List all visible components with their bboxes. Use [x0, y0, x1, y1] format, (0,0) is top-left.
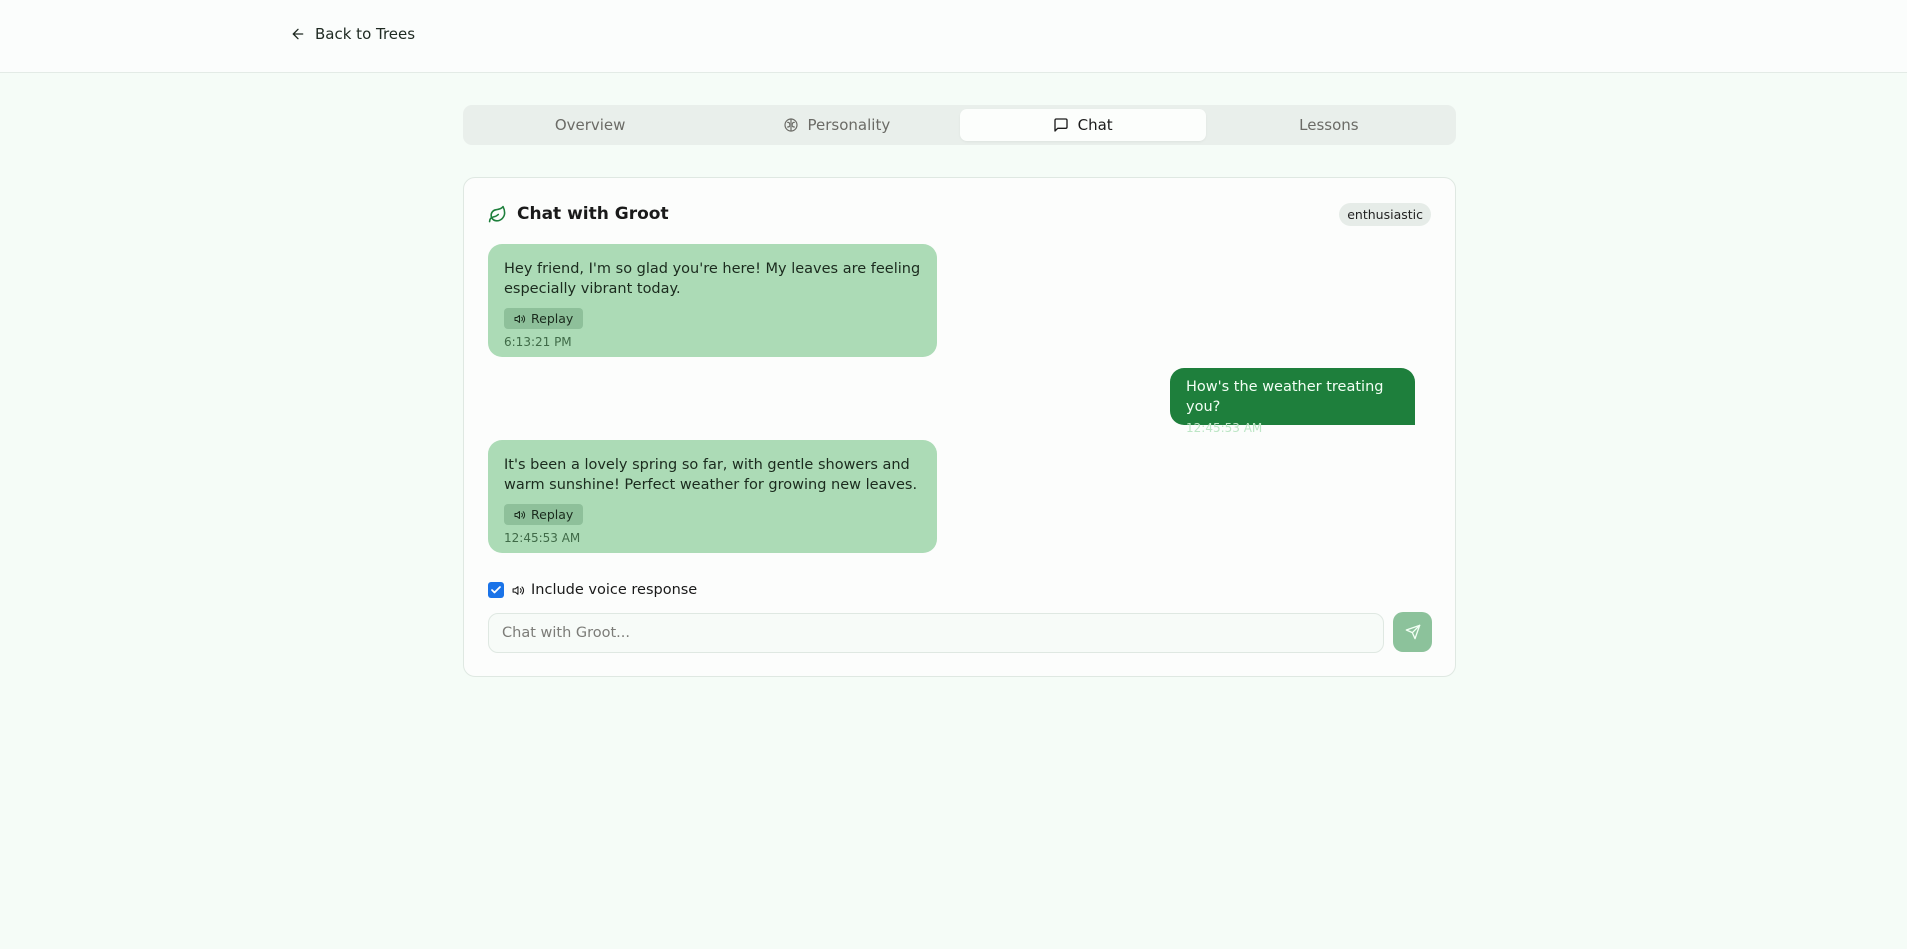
send-icon — [1405, 624, 1420, 640]
top-bar: Back to Trees — [0, 0, 1907, 73]
voice-response-row: Include voice response — [488, 582, 697, 598]
replay-label: Replay — [531, 311, 574, 326]
bot-message: It's been a lovely spring so far, with g… — [488, 440, 937, 553]
message-time: 12:45:53 AM — [504, 531, 581, 545]
user-message: How's the weather treating you? 12:45:53… — [1170, 368, 1415, 435]
replay-label: Replay — [531, 507, 574, 522]
bot-message: Hey friend, I'm so glad you're here! My … — [488, 244, 937, 357]
message-text: It's been a lovely spring so far, with g… — [504, 457, 918, 493]
brain-icon — [783, 118, 798, 132]
tab-label: Overview — [554, 116, 626, 134]
tab-personality[interactable]: Personality — [713, 109, 959, 141]
tab-label: Lessons — [1299, 116, 1359, 134]
message-time: 12:45:53 AM — [1186, 421, 1263, 435]
tab-chat[interactable]: Chat — [959, 109, 1206, 141]
message-text: Hey friend, I'm so glad you're here! My … — [504, 261, 921, 297]
chat-card: Chat with Groot enthusiastic Hey friend,… — [463, 177, 1456, 677]
chat-input-wrapper — [488, 613, 1384, 653]
tab-label: Chat — [1077, 116, 1113, 134]
tab-lessons[interactable]: Lessons — [1206, 109, 1452, 141]
chat-input[interactable] — [502, 625, 1370, 641]
tab-bar: Overview Personality Chat Lessons — [463, 105, 1456, 145]
speaker-icon — [514, 314, 526, 323]
speaker-icon — [512, 585, 525, 595]
back-to-trees-link[interactable]: Back to Trees — [290, 25, 415, 43]
replay-button[interactable]: Replay — [504, 308, 584, 329]
voice-response-checkbox[interactable] — [488, 582, 504, 598]
back-link-label: Back to Trees — [315, 25, 416, 43]
voice-response-label[interactable]: Include voice response — [531, 582, 697, 598]
chat-title-text: Chat with Groot — [517, 204, 669, 224]
message-text: How's the weather treating you? — [1186, 379, 1384, 415]
send-button[interactable] — [1393, 612, 1432, 652]
message-time: 6:13:21 PM — [504, 335, 572, 349]
tab-label: Personality — [807, 116, 891, 134]
leaf-icon — [488, 205, 506, 222]
message-icon — [1053, 118, 1068, 132]
mood-badge: enthusiastic — [1339, 202, 1431, 226]
arrow-left-icon — [292, 28, 304, 40]
replay-button[interactable]: Replay — [504, 504, 584, 525]
chat-header: Chat with Groot enthusiastic — [488, 202, 1431, 226]
chat-title: Chat with Groot — [488, 204, 669, 224]
check-icon — [491, 586, 501, 594]
speaker-icon — [514, 510, 526, 519]
tab-overview[interactable]: Overview — [467, 109, 713, 141]
